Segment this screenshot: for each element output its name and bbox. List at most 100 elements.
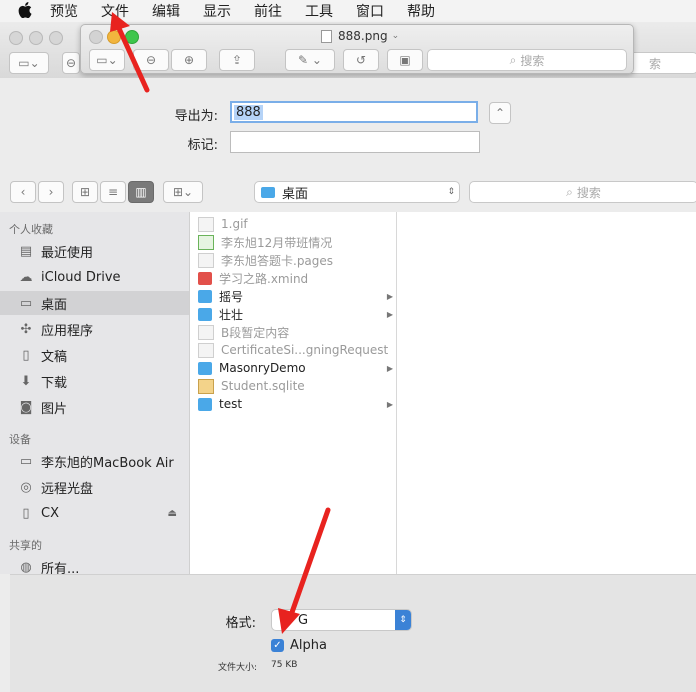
file-row[interactable]: B段暂定内容: [190, 323, 396, 341]
cloud-icon: ☁: [19, 269, 33, 285]
file-row[interactable]: 1.gif: [190, 215, 396, 233]
disclosure-arrow-icon: ▶: [386, 291, 393, 301]
filesize-value: 75 KB: [271, 660, 298, 670]
location-text: 桌面: [282, 186, 309, 202]
database-file-icon: [198, 378, 214, 394]
window-title-text: 888.png: [338, 29, 388, 43]
browser-search-input[interactable]: ⌕ 搜索: [469, 181, 696, 203]
zoom-in-button[interactable]: ⊕: [171, 49, 207, 71]
laptop-icon: ▭: [19, 453, 33, 469]
menu-preview[interactable]: 预览: [50, 1, 78, 21]
sidebar-item-label: 应用程序: [41, 323, 94, 339]
folder-icon: [261, 186, 275, 198]
spreadsheet-icon: [198, 234, 214, 250]
expand-button[interactable]: ⌃: [489, 102, 511, 124]
disclosure-arrow-icon: ▶: [386, 399, 393, 409]
sidebar-item-icloud[interactable]: ☁ iCloud Drive: [0, 265, 189, 289]
group-view-button[interactable]: ⊞⌄: [163, 181, 203, 203]
eject-icon[interactable]: ⏏: [168, 508, 177, 519]
file-name: 李东旭12月带班情况: [221, 235, 333, 250]
file-icon: [198, 324, 214, 340]
file-name: 摇号: [219, 289, 244, 304]
chevron-down-icon[interactable]: ⌄: [392, 31, 400, 41]
file-name: 壮壮: [219, 307, 244, 322]
sidebar-item-label: 文稿: [41, 349, 68, 365]
filesize-label: 文件大小:: [218, 663, 258, 673]
search-icon: ⌕: [509, 52, 517, 67]
browser-search-placeholder: 搜索: [576, 185, 601, 200]
disc-icon: ◎: [20, 479, 32, 495]
close-button[interactable]: [9, 31, 23, 45]
alpha-checkbox-row[interactable]: ✓ Alpha: [271, 638, 327, 653]
location-popup[interactable]: 桌面 ⇕: [254, 181, 460, 203]
file-icon: [198, 342, 214, 358]
file-name: test: [219, 397, 243, 411]
sidebar-item-downloads[interactable]: ⬇ 下载: [0, 369, 189, 393]
sidebar-item-applications[interactable]: ✣ 应用程序: [0, 317, 189, 341]
png-file-icon: [321, 29, 332, 43]
toolbox-button[interactable]: ▣: [387, 49, 423, 71]
sidebar-item-remote-disc[interactable]: ◎ 远程光盘: [0, 475, 189, 499]
xmind-file-icon: [198, 271, 212, 285]
alpha-label: Alpha: [290, 638, 327, 653]
file-row[interactable]: 李东旭12月带班情况: [190, 233, 396, 251]
minimize-button[interactable]: [29, 31, 43, 45]
file-row[interactable]: 学习之路.xmind: [190, 269, 396, 287]
file-name: 李东旭答题卡.pages: [221, 253, 334, 268]
folder-row[interactable]: MasonryDemo ▶: [190, 359, 396, 377]
folder-row[interactable]: 壮壮 ▶: [190, 305, 396, 323]
sidebar-item-macbook[interactable]: ▭ 李东旭的MacBook Air: [0, 449, 189, 473]
sidebar-item-label: 下载: [41, 375, 68, 391]
search-icon: ⌕: [566, 184, 573, 199]
desktop-icon: ▭: [19, 295, 33, 311]
preview-window: 888.png ⌄ ▭⌄ ⊖ ⊕ ⇪ ✎ ⌄ ↺ ▣ ⌕ 搜索: [80, 24, 634, 74]
file-icon: [198, 216, 214, 232]
sidebar-item-cx[interactable]: ▯ CX ⏏: [0, 501, 189, 525]
column-view-button[interactable]: ▥: [128, 181, 154, 203]
network-icon: ◍: [20, 559, 32, 575]
tags-input[interactable]: [230, 131, 480, 153]
preview-search-input[interactable]: ⌕ 搜索: [427, 49, 627, 71]
save-as-input[interactable]: 888: [230, 101, 478, 123]
folder-icon: [198, 289, 212, 303]
file-name: 1.gif: [221, 217, 248, 231]
format-label: 格式:: [225, 616, 256, 631]
applications-icon: ✣: [20, 321, 32, 337]
sidebar-item-pictures[interactable]: ◙ 图片: [0, 395, 189, 419]
menu-tools[interactable]: 工具: [305, 1, 333, 21]
icon-view-button[interactable]: ⊞: [72, 181, 98, 203]
disclosure-arrow-icon: ▶: [386, 363, 393, 373]
menu-help[interactable]: 帮助: [407, 1, 435, 21]
forward-button[interactable]: ›: [38, 181, 64, 203]
list-view-button[interactable]: ≡: [100, 181, 126, 203]
menu-window[interactable]: 窗口: [356, 1, 384, 21]
drive-icon: ▯: [22, 505, 30, 521]
file-name: B段暂定内容: [221, 325, 290, 340]
file-row[interactable]: CertificateSi...gningRequest: [190, 341, 396, 359]
pictures-icon: ◙: [19, 399, 33, 415]
folder-row[interactable]: test ▶: [190, 395, 396, 413]
save-as-label: 导出为:: [174, 109, 218, 124]
file-row[interactable]: 李东旭答题卡.pages: [190, 251, 396, 269]
sidebar-item-recents[interactable]: ▤ 最近使用: [0, 239, 189, 263]
zoom-button[interactable]: [49, 31, 63, 45]
folder-row[interactable]: 摇号 ▶: [190, 287, 396, 305]
back-button[interactable]: ‹: [10, 181, 36, 203]
apple-icon[interactable]: [18, 2, 36, 20]
file-row[interactable]: Student.sqlite: [190, 377, 396, 395]
menu-view[interactable]: 显示: [203, 1, 231, 21]
zoom-out-button[interactable]: ⊖: [62, 52, 80, 74]
sidebar-item-documents[interactable]: ▯ 文稿: [0, 343, 189, 367]
sidebar-item-label: 桌面: [41, 297, 68, 313]
options-panel: [10, 574, 696, 692]
downloads-icon: ⬇: [20, 373, 32, 389]
disclosure-arrow-icon: ▶: [386, 309, 393, 319]
markup-button[interactable]: ✎ ⌄: [285, 49, 335, 71]
sidebar-item-desktop[interactable]: ▭ 桌面: [0, 291, 189, 315]
share-button[interactable]: ⇪: [219, 49, 255, 71]
checkbox-checked-icon[interactable]: ✓: [271, 639, 284, 652]
sidebar-toggle-button[interactable]: ▭⌄: [9, 52, 49, 74]
sidebar: 个人收藏 ▤ 最近使用 ☁ iCloud Drive ▭ 桌面 ✣ 应用程序 ▯…: [0, 212, 190, 577]
rotate-button[interactable]: ↺: [343, 49, 379, 71]
menu-go[interactable]: 前往: [254, 1, 282, 21]
